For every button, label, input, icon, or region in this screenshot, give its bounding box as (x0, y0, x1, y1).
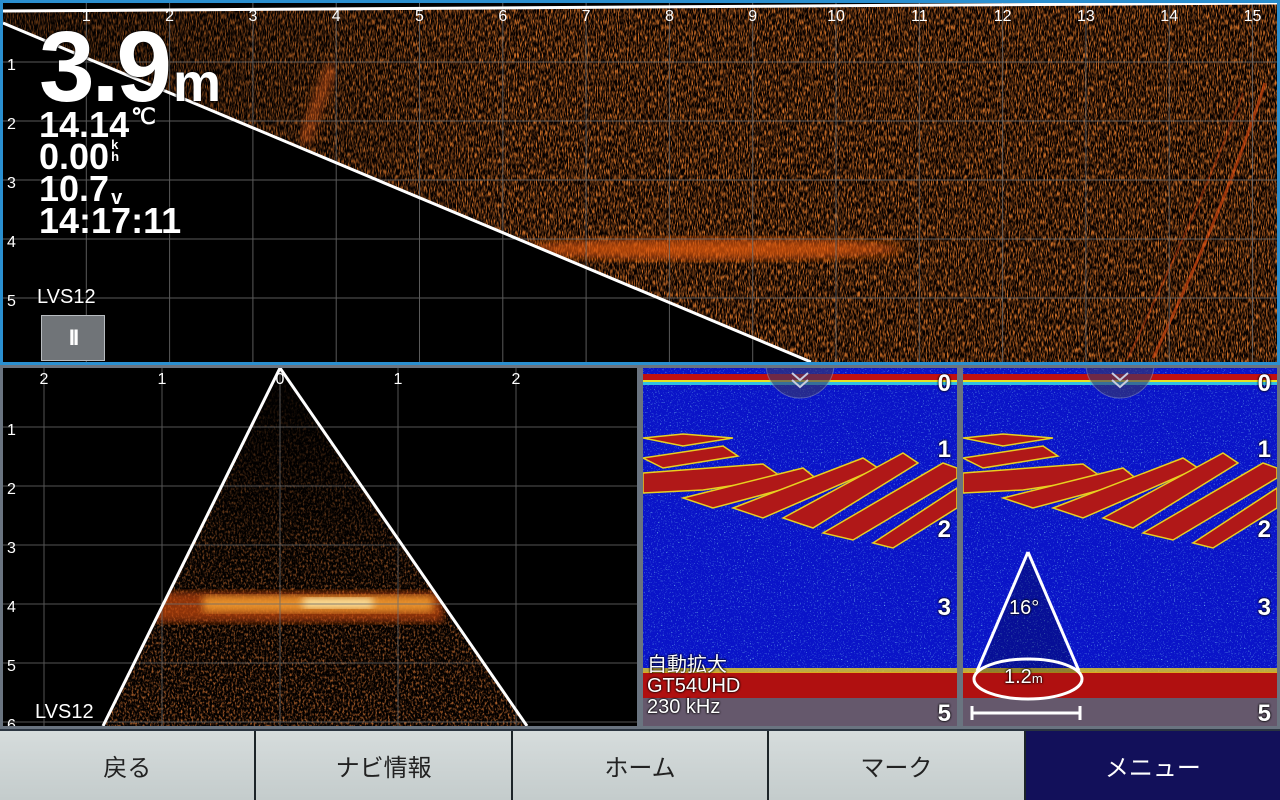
home-button[interactable]: ホーム (512, 731, 770, 800)
top-x-tick: 6 (498, 8, 507, 25)
depth-scale-0: 0 (1257, 370, 1271, 397)
down-x-tick: 1 (394, 371, 403, 388)
bottom-nav-bar: 戻る ナビ情報 ホーム マーク メニュー (0, 731, 1280, 800)
down-y-tick: 6 (7, 717, 16, 726)
down-x-tick: 2 (40, 371, 49, 388)
down-x-tick: 1 (158, 371, 167, 388)
down-sonar-image: 21012 123456 (3, 368, 637, 726)
top-x-tick: 12 (994, 8, 1012, 25)
depth-scale-3: 3 (1257, 594, 1271, 621)
top-x-tick: 11 (911, 8, 928, 25)
traditional-sonar-cone-pane[interactable]: 0 1 2 3 5 16° 1.2m (960, 365, 1280, 729)
top-x-tick: 8 (665, 8, 674, 25)
down-y-tick: 1 (7, 422, 16, 439)
cone-diameter-label: 1.2m (1004, 667, 1043, 688)
top-x-tick: 4 (332, 8, 341, 25)
top-x-tick: 10 (827, 8, 845, 25)
water-temp-unit: ℃ (131, 104, 156, 129)
top-x-tick: 13 (1077, 8, 1095, 25)
sonar-info: 自動拡大 GT54UHD 230 kHz (647, 655, 740, 718)
top-y-tick: 2 (7, 116, 16, 133)
down-y-tick: 3 (7, 540, 16, 557)
mark-button[interactable]: マーク (769, 731, 1026, 800)
depth-scale-3: 3 (937, 594, 951, 621)
down-y-tick: 2 (7, 481, 16, 498)
top-y-tick: 3 (7, 175, 16, 192)
down-y-tick: 5 (7, 658, 16, 675)
depth-scale-5: 5 (1257, 700, 1271, 727)
livescope-forward-pane[interactable]: 1 2 3 4 5 6 7 8 9 10 11 12 13 14 15 12345 3.9m 14.14℃ … (0, 0, 1280, 365)
transducer-model: GT54UHD (647, 675, 741, 697)
depth-unit: m (173, 53, 222, 113)
top-x-tick: 5 (415, 8, 424, 25)
livescope-down-pane[interactable]: 21012 123456 LVS12 (0, 365, 640, 729)
zoom-mode-label: 自動拡大 (647, 654, 727, 676)
top-x-tick: 14 (1160, 8, 1178, 25)
time-readout: 14:17:11 (39, 200, 182, 241)
down-y-tick: 4 (7, 599, 16, 616)
top-x-tick: 15 (1244, 8, 1262, 25)
back-button[interactable]: 戻る (0, 731, 257, 800)
top-y-tick: 4 (7, 234, 16, 251)
frequency-label: 230 kHz (647, 696, 721, 718)
depth-readout: 3.9m (39, 17, 221, 117)
depth-scale-2: 2 (1257, 516, 1271, 543)
depth-scale-1: 1 (1257, 436, 1271, 463)
speed-unit-bottom: h (111, 148, 120, 164)
top-y-tick: 1 (7, 57, 16, 74)
depth-scale-2: 2 (937, 516, 951, 543)
cone-angle-label: 16° (1009, 597, 1040, 619)
top-x-tick: 7 (582, 8, 591, 25)
cone-diameter-value: 1.2 (1004, 666, 1032, 688)
nav-info-button[interactable]: ナビ情報 (256, 731, 513, 800)
menu-button[interactable]: メニュー (1025, 731, 1280, 800)
traditional-sonar-pane[interactable]: 0 1 2 3 5 自動拡大 GT54UHD 230 kHz (640, 365, 960, 729)
pause-button[interactable]: II (41, 315, 105, 361)
top-y-tick: 5 (7, 293, 16, 310)
down-x-tick: 2 (512, 371, 521, 388)
depth-scale-0: 0 (937, 370, 951, 397)
top-x-tick: 9 (748, 8, 757, 25)
transducer-label: LVS12 (37, 286, 96, 308)
depth-scale-1: 1 (937, 436, 951, 463)
cone-diameter-unit: m (1031, 671, 1043, 686)
down-transducer-label: LVS12 (35, 701, 94, 723)
depth-scale-5: 5 (937, 700, 951, 727)
